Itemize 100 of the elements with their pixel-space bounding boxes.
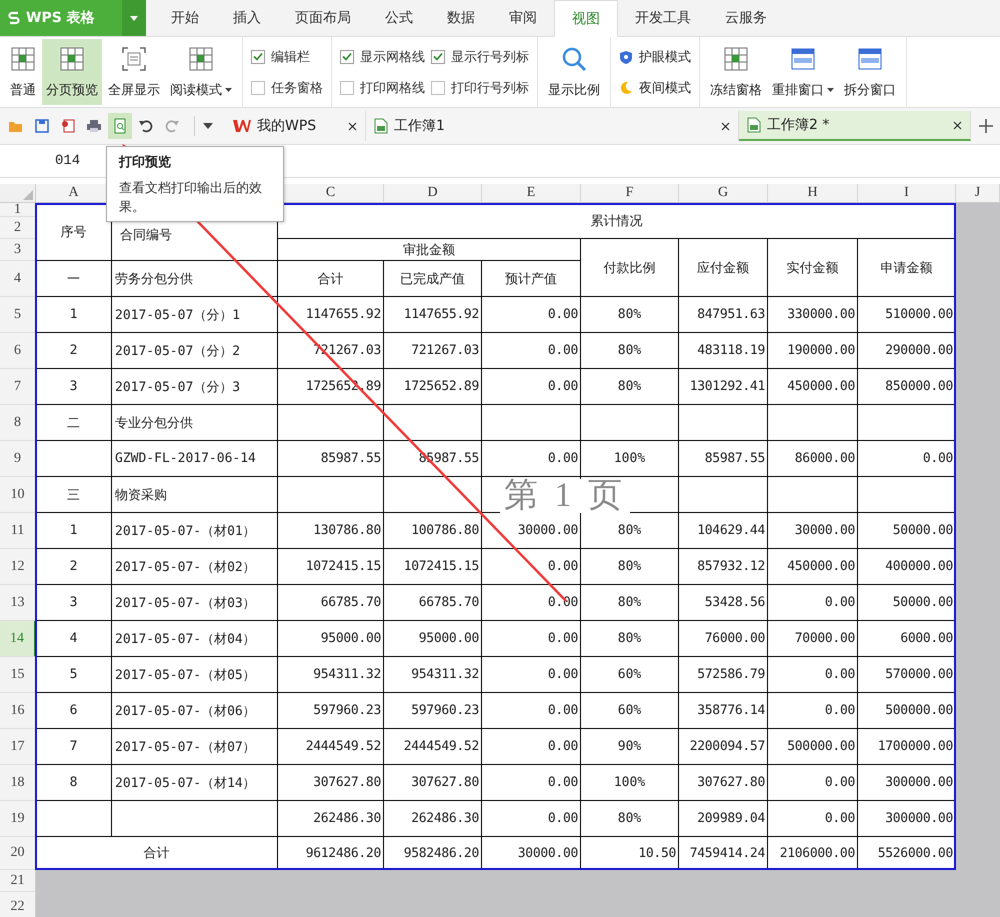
undo-icon[interactable]: [138, 118, 154, 134]
checkbox-box[interactable]: [251, 50, 265, 64]
row-header[interactable]: 21: [0, 870, 36, 892]
table-cell: 2017-05-07-（材04）: [112, 621, 278, 657]
table-cell: 30000.00: [482, 513, 581, 549]
row-header[interactable]: 5: [0, 297, 36, 333]
ribbon-tab[interactable]: 视图: [554, 0, 618, 37]
row-header[interactable]: 4: [0, 261, 36, 297]
checkbox[interactable]: 打印行号列标: [431, 78, 529, 96]
checkbox[interactable]: 打印网格线: [340, 78, 425, 96]
toolbar-button[interactable]: 分页预览: [42, 39, 102, 105]
row-header[interactable]: 11: [0, 513, 36, 549]
dropdown-icon[interactable]: [203, 123, 213, 129]
column-header[interactable]: J: [956, 184, 1000, 203]
toolbar-button[interactable]: 拆分窗口: [840, 39, 900, 105]
column-header[interactable]: F: [581, 184, 679, 203]
toolbar-button[interactable]: 护眼模式: [619, 48, 691, 66]
toolbar-button[interactable]: 夜间模式: [619, 78, 691, 96]
row-header[interactable]: 3: [0, 239, 36, 261]
document-tab[interactable]: 工作簿2 *: [739, 111, 971, 141]
table-cell: 2444549.52: [384, 729, 482, 765]
table-cell: 1147655.92: [384, 297, 482, 333]
document-tab[interactable]: 我的WPS: [225, 111, 366, 141]
shield-icon: [619, 50, 633, 64]
ribbon-tab[interactable]: 公式: [368, 0, 430, 36]
table-cell: 1072415.15: [278, 549, 384, 585]
checkbox-box[interactable]: [431, 50, 445, 64]
toolbar-button[interactable]: 普通: [6, 39, 40, 105]
row-header[interactable]: 19: [0, 801, 36, 837]
table-cell: 307627.80: [278, 765, 384, 801]
row-header[interactable]: 6: [0, 333, 36, 369]
row-header[interactable]: 1: [0, 203, 36, 217]
ribbon-tab[interactable]: 开始: [154, 0, 216, 36]
row-header[interactable]: 22: [0, 892, 36, 917]
checkbox-box[interactable]: [340, 50, 354, 64]
table-cell: 0.00: [482, 549, 581, 585]
table-cell: 70000.00: [768, 621, 858, 657]
moon-icon: [619, 80, 633, 94]
ribbon-tab[interactable]: 插入: [216, 0, 278, 36]
table-cell: 10.50: [581, 837, 679, 870]
toolbar-button[interactable]: 全屏显示: [104, 39, 164, 105]
ribbon-tab[interactable]: 云服务: [708, 0, 784, 36]
close-icon[interactable]: [721, 122, 730, 130]
row-header[interactable]: 14: [0, 621, 36, 657]
caret-icon[interactable]: [122, 0, 146, 36]
table-header: 实付金额: [768, 239, 858, 297]
table-cell: 307627.80: [384, 765, 482, 801]
column-header[interactable]: I: [858, 184, 956, 203]
row-header[interactable]: 16: [0, 693, 36, 729]
row-header[interactable]: 8: [0, 405, 36, 441]
row-header[interactable]: 15: [0, 657, 36, 693]
close-icon[interactable]: [348, 122, 357, 130]
printer-icon[interactable]: [86, 118, 102, 134]
row-header[interactable]: 2: [0, 217, 36, 239]
table-cell: 85987.55: [278, 441, 384, 477]
toolbar-button[interactable]: 重排窗口: [768, 39, 838, 105]
checkbox[interactable]: 任务窗格: [251, 78, 323, 96]
row-header[interactable]: 20: [0, 837, 36, 870]
ribbon-tab[interactable]: 开发工具: [618, 0, 708, 36]
close-icon[interactable]: [953, 120, 962, 130]
checkbox-box[interactable]: [251, 80, 265, 94]
table-cell: 0.00: [482, 693, 581, 729]
table-cell: 合计: [36, 837, 278, 870]
ribbon-tab[interactable]: 页面布局: [278, 0, 368, 36]
name-box[interactable]: 014: [0, 153, 100, 169]
column-header[interactable]: G: [679, 184, 768, 203]
checkbox[interactable]: 显示行号列标: [431, 48, 529, 66]
column-header[interactable]: H: [768, 184, 858, 203]
add-tab-icon[interactable]: [979, 119, 993, 133]
row-header[interactable]: 18: [0, 765, 36, 801]
table-cell: 60%: [581, 693, 679, 729]
table-cell: 53428.56: [679, 585, 768, 621]
ribbon-tab[interactable]: 数据: [430, 0, 492, 36]
toolbar-button[interactable]: 冻结窗格: [706, 39, 766, 105]
checkbox[interactable]: 显示网格线: [340, 48, 425, 66]
checkbox-box[interactable]: [340, 80, 354, 94]
row-header[interactable]: 13: [0, 585, 36, 621]
print-preview-icon[interactable]: [112, 118, 128, 134]
toolbar-button[interactable]: 显示比例: [544, 39, 604, 105]
table-cell: 100%: [581, 765, 679, 801]
row-header[interactable]: 10: [0, 477, 36, 513]
column-header[interactable]: E: [482, 184, 581, 203]
row-header[interactable]: 12: [0, 549, 36, 585]
document-icon[interactable]: [60, 118, 76, 134]
table-cell: 100%: [581, 441, 679, 477]
row-header[interactable]: 7: [0, 369, 36, 405]
save-icon[interactable]: [34, 118, 50, 134]
table-cell: 0.00: [482, 657, 581, 693]
ribbon-tab[interactable]: 审阅: [492, 0, 554, 36]
tooltip-title: 打印预览: [119, 154, 172, 171]
table-cell: 597960.23: [384, 693, 482, 729]
table-cell: 2017-05-07-（材05）: [112, 657, 278, 693]
column-header[interactable]: D: [384, 184, 482, 203]
row-header[interactable]: 9: [0, 441, 36, 477]
toolbar-button[interactable]: 阅读模式: [166, 39, 236, 105]
checkbox-box[interactable]: [431, 80, 445, 94]
checkbox[interactable]: 编辑栏: [251, 48, 323, 66]
grid-icon: [723, 46, 749, 72]
row-header[interactable]: 17: [0, 729, 36, 765]
table-cell: 80%: [581, 801, 679, 837]
